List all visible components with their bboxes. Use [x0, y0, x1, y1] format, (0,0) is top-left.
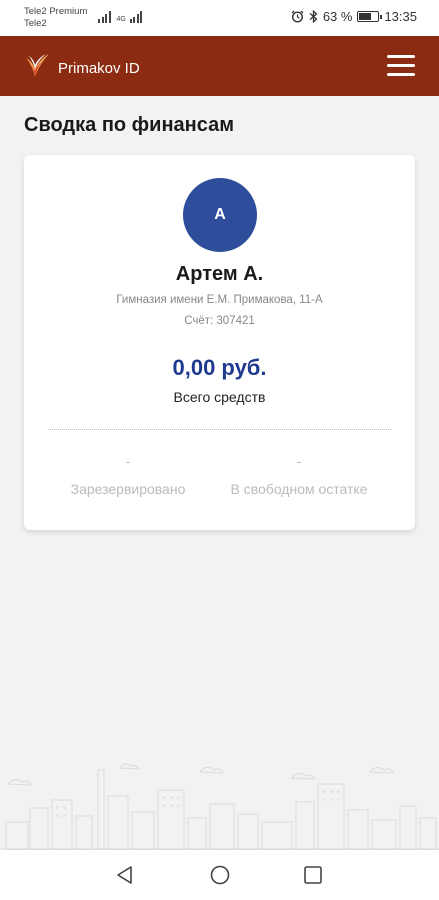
- system-nav-bar: [0, 850, 439, 900]
- signal-icons: 4G: [98, 11, 143, 23]
- carrier-name-2: Tele2: [24, 18, 47, 29]
- hamburger-menu-icon[interactable]: [387, 55, 415, 77]
- account-number: Счёт: 307421: [184, 315, 255, 327]
- card-divider: [48, 429, 391, 430]
- network-type: 4G: [116, 16, 126, 23]
- carrier-name-1: Tele2 Premium: [24, 6, 88, 17]
- battery-level-fill: [359, 13, 371, 20]
- back-triangle-icon[interactable]: [113, 863, 137, 887]
- avatar: А: [183, 178, 257, 252]
- primakov-logo-icon[interactable]: [24, 52, 50, 80]
- carrier-info: Tele2 Premium Tele2: [24, 6, 87, 30]
- battery-icon: [357, 11, 383, 22]
- reserved-value: -: [125, 453, 131, 469]
- finance-summary-card: А Артем А. Гимназия имени Е.М. Примакова…: [24, 155, 415, 530]
- app-bar: Primakov ID: [0, 36, 439, 96]
- reserved-stat: - Зарезервировано: [60, 453, 196, 497]
- app-title: Primakov ID: [58, 60, 140, 77]
- clock: 13:35: [384, 9, 417, 24]
- user-name: Артем А.: [175, 263, 264, 285]
- home-circle-icon[interactable]: [208, 863, 232, 887]
- status-right: 63 % 13:35: [291, 9, 417, 24]
- reserved-label: Зарезервировано: [70, 481, 186, 497]
- alarm-icon: [291, 10, 304, 23]
- total-amount-label: Всего средств: [173, 389, 266, 405]
- battery-percent: 63 %: [322, 9, 353, 24]
- recents-square-icon[interactable]: [301, 863, 325, 887]
- free-balance-label: В свободном остатке: [230, 481, 368, 497]
- signal-strength-icon-2: [129, 11, 143, 23]
- city-skyline-illustration: [0, 763, 439, 850]
- bluetooth-icon: [309, 10, 318, 23]
- status-bar: Tele2 Premium Tele2 4G 63 % 13:35: [0, 0, 439, 36]
- free-balance-stat: - В свободном остатке: [220, 453, 378, 497]
- signal-strength-icon: [98, 11, 111, 23]
- free-balance-value: -: [296, 453, 302, 469]
- total-amount: 0,00 руб.: [172, 355, 267, 380]
- page-title: Сводка по финансам: [24, 114, 235, 136]
- school-info: Гимназия имени Е.М. Примакова, 11-А: [116, 294, 323, 306]
